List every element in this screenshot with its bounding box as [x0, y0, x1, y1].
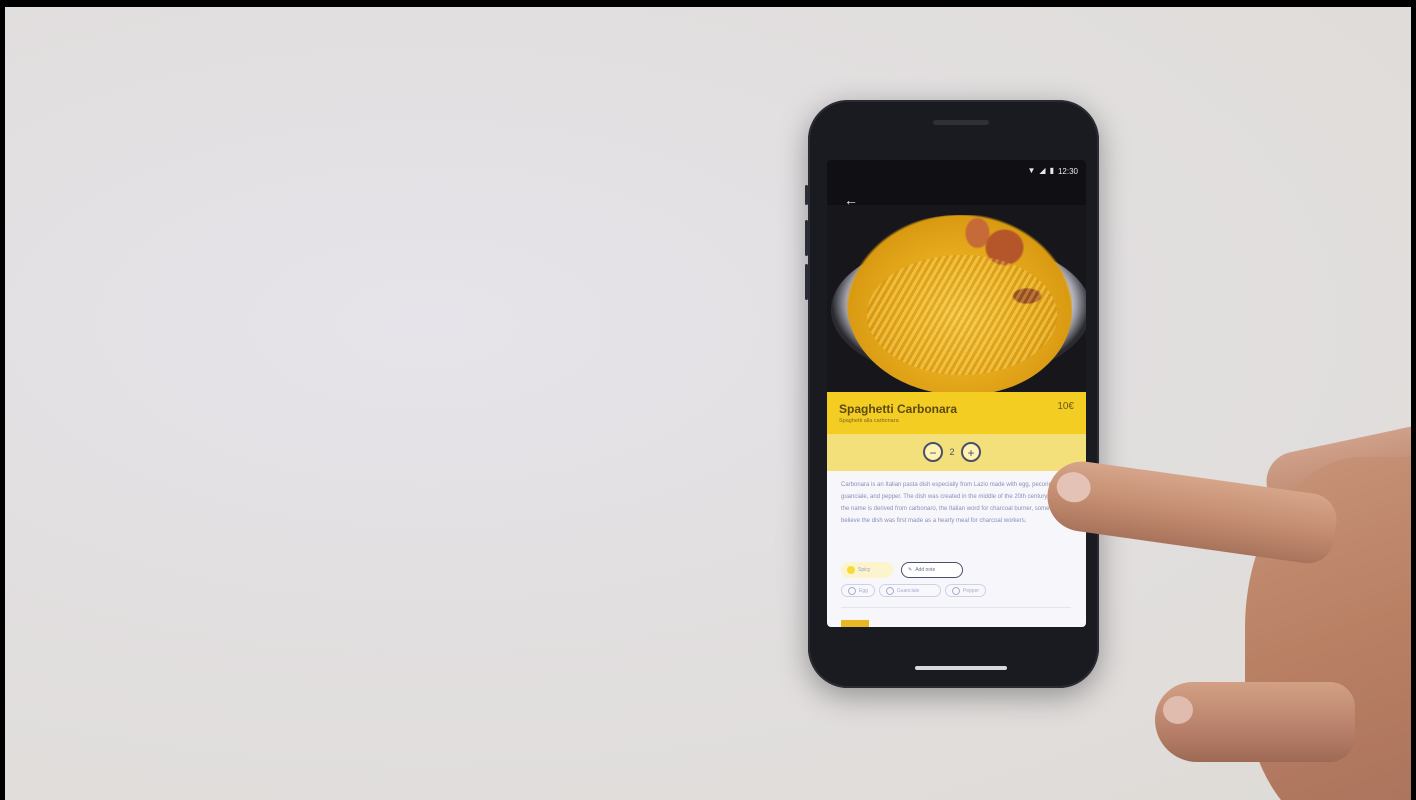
add-to-cart-button[interactable] — [841, 620, 869, 627]
pencil-icon: ✎ — [908, 567, 913, 573]
tag-label: Pepper — [962, 587, 980, 594]
tag-label: Guanciale — [896, 587, 920, 594]
ingredient-tag[interactable]: Guanciale — [878, 584, 941, 597]
status-bar: ▼ ◢ ▮ 12:30 — [1027, 164, 1078, 178]
spicy-chip[interactable]: Spicy — [841, 562, 893, 578]
chip-label: Add note — [915, 567, 936, 573]
earpiece-speaker — [933, 120, 989, 125]
mute-switch — [805, 185, 808, 205]
ingredient-tags: Egg Guanciale Pepper — [841, 584, 987, 597]
ingredient-icon — [951, 586, 960, 595]
tag-label: Egg — [859, 587, 868, 594]
ingredient-tag[interactable]: Egg — [841, 584, 875, 597]
volume-down-button — [805, 264, 808, 300]
dish-description: Carbonara is an Italian pasta dish espec… — [841, 482, 1066, 524]
dish-title: Spaghetti Carbonara — [839, 402, 958, 416]
minus-icon: − — [929, 446, 937, 460]
add-note-chip[interactable]: ✎ Add note — [901, 562, 963, 578]
pepper-icon — [847, 566, 855, 574]
dish-header: Spaghetti Carbonara Spaghetti alla carbo… — [827, 392, 1086, 434]
dish-photo — [827, 205, 1086, 392]
ingredient-tag[interactable]: Pepper — [944, 584, 987, 597]
quantity-stepper: − 2 + — [923, 442, 981, 462]
chip-label: Spicy — [858, 567, 871, 573]
ingredient-icon — [885, 586, 894, 595]
quantity-value: 2 — [949, 447, 955, 457]
thumb — [1155, 682, 1355, 762]
pasta-strands-graphic — [867, 255, 1057, 375]
ingredient-icon — [848, 586, 856, 595]
increase-quantity-button[interactable]: + — [961, 442, 981, 462]
dish-subtitle: Spaghetti alla carbonara — [839, 418, 899, 424]
signal-icon: ◢ — [1039, 166, 1046, 175]
volume-up-button — [805, 220, 808, 256]
home-indicator[interactable] — [915, 666, 1007, 670]
thumbnail — [1163, 696, 1193, 724]
fingernail — [1054, 469, 1093, 505]
divider — [841, 607, 1071, 608]
desk-background: ▼ ◢ ▮ 12:30 ← Spaghetti Carbonara Spaghe… — [5, 7, 1411, 800]
decrease-quantity-button[interactable]: − — [923, 442, 943, 462]
status-time: 12:30 — [1057, 166, 1078, 176]
option-chips: Spicy ✎ Add note — [841, 562, 963, 578]
plus-icon: + — [967, 446, 975, 460]
battery-icon: ▮ — [1049, 166, 1054, 175]
dish-price: 10€ — [1057, 401, 1074, 412]
user-hand — [1042, 416, 1411, 800]
wifi-icon: ▼ — [1027, 166, 1036, 175]
